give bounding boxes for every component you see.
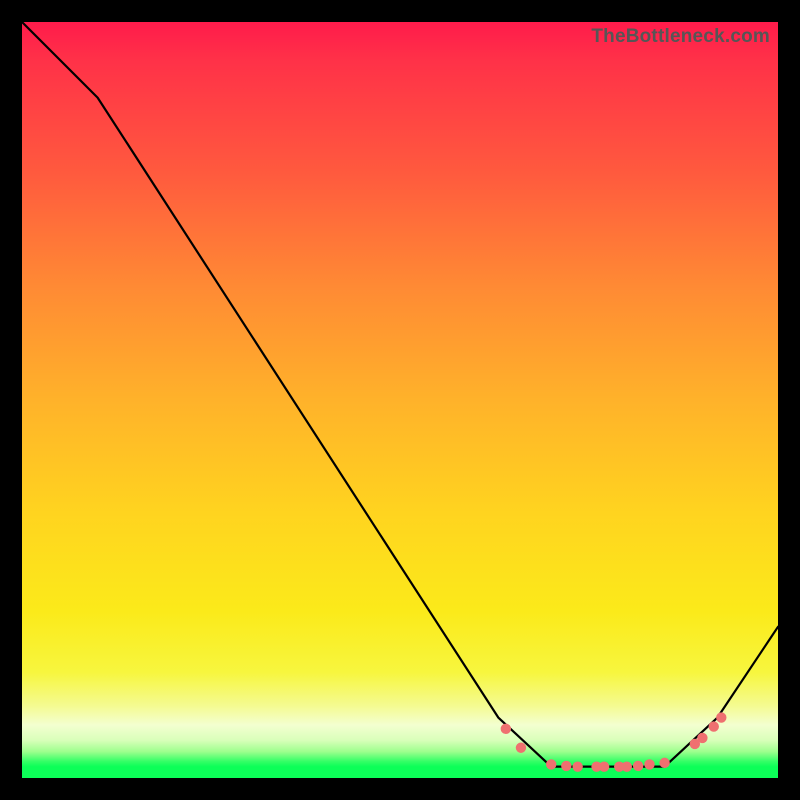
marker-dot <box>709 721 719 731</box>
chart-frame: TheBottleneck.com <box>0 0 800 800</box>
bottleneck-curve <box>22 22 778 767</box>
marker-dot <box>501 724 511 734</box>
marker-group <box>501 712 727 772</box>
marker-dot <box>633 761 643 771</box>
marker-dot <box>697 733 707 743</box>
marker-dot <box>622 761 632 771</box>
marker-dot <box>546 759 556 769</box>
marker-dot <box>561 761 571 771</box>
marker-dot <box>599 761 609 771</box>
chart-svg <box>22 22 778 778</box>
marker-dot <box>659 758 669 768</box>
marker-dot <box>716 712 726 722</box>
marker-dot <box>572 761 582 771</box>
marker-dot <box>516 743 526 753</box>
plot-area: TheBottleneck.com <box>22 22 778 778</box>
marker-dot <box>644 759 654 769</box>
